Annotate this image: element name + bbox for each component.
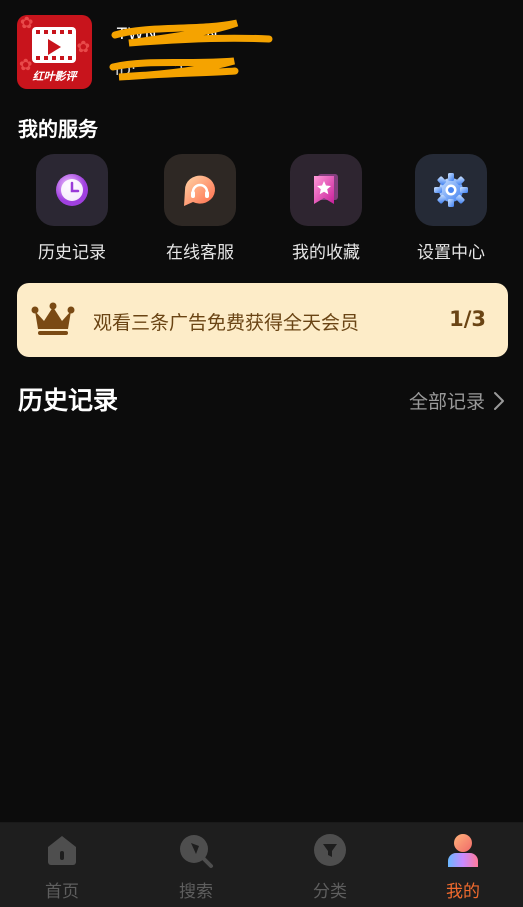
profile-header[interactable]: ✿ ✿ ✿ 红叶影评 TWN... ...IN ID: ... ...2 <box>17 15 507 89</box>
bottom-tab-bar: 首页 搜索 分类 我的 <box>0 822 523 907</box>
headset-icon <box>164 154 236 226</box>
chevron-right-icon <box>494 391 504 410</box>
service-favorites[interactable]: 我的收藏 <box>271 154 381 263</box>
app-logo: ✿ ✿ ✿ 红叶影评 <box>17 15 92 89</box>
tab-mine-label: 我的 <box>446 882 480 902</box>
service-support[interactable]: 在线客服 <box>145 154 255 263</box>
service-history-label: 历史记录 <box>38 243 106 263</box>
bookmark-star-icon <box>290 154 362 226</box>
profile-page: ✿ ✿ ✿ 红叶影评 TWN... ...IN ID: ... ...2 我的服… <box>0 0 523 907</box>
vip-ad-banner[interactable]: 观看三条广告免费获得全天会员 1/3 <box>17 283 508 357</box>
all-records-label: 全部记录 <box>408 391 485 413</box>
services-title: 我的服务 <box>18 117 98 141</box>
service-support-label: 在线客服 <box>166 243 234 263</box>
tab-category-label: 分类 <box>313 882 347 902</box>
tab-home[interactable]: 首页 <box>0 823 127 907</box>
profile-icon <box>448 834 478 867</box>
all-records-link[interactable]: 全部记录 <box>409 387 505 414</box>
tab-category[interactable]: 分类 <box>265 823 395 907</box>
tab-mine[interactable]: 我的 <box>398 823 523 907</box>
services-grid: 历史记录 在线客服 我的收藏 设置中心 <box>0 154 523 264</box>
service-settings[interactable]: 设置中心 <box>396 154 506 263</box>
clock-icon <box>36 154 108 226</box>
crown-icon <box>31 302 75 335</box>
vip-ad-text: 观看三条广告免费获得全天会员 <box>93 312 360 334</box>
service-settings-label: 设置中心 <box>417 243 485 263</box>
user-id: ID: ... ...2 <box>115 61 184 79</box>
history-title: 历史记录 <box>18 386 119 415</box>
vip-ad-progress: 1/3 <box>449 307 486 331</box>
gear-icon <box>415 154 487 226</box>
search-icon <box>180 835 213 868</box>
service-history[interactable]: 历史记录 <box>17 154 127 263</box>
home-icon <box>48 836 76 865</box>
film-play-icon <box>32 27 76 63</box>
tab-home-label: 首页 <box>45 882 79 902</box>
service-favorites-label: 我的收藏 <box>292 243 360 263</box>
username: TWN... ...IN <box>117 24 219 43</box>
logo-text: 红叶影评 <box>32 70 77 83</box>
filter-icon <box>314 834 346 866</box>
tab-search-label: 搜索 <box>179 882 213 902</box>
tab-search[interactable]: 搜索 <box>131 823 261 907</box>
